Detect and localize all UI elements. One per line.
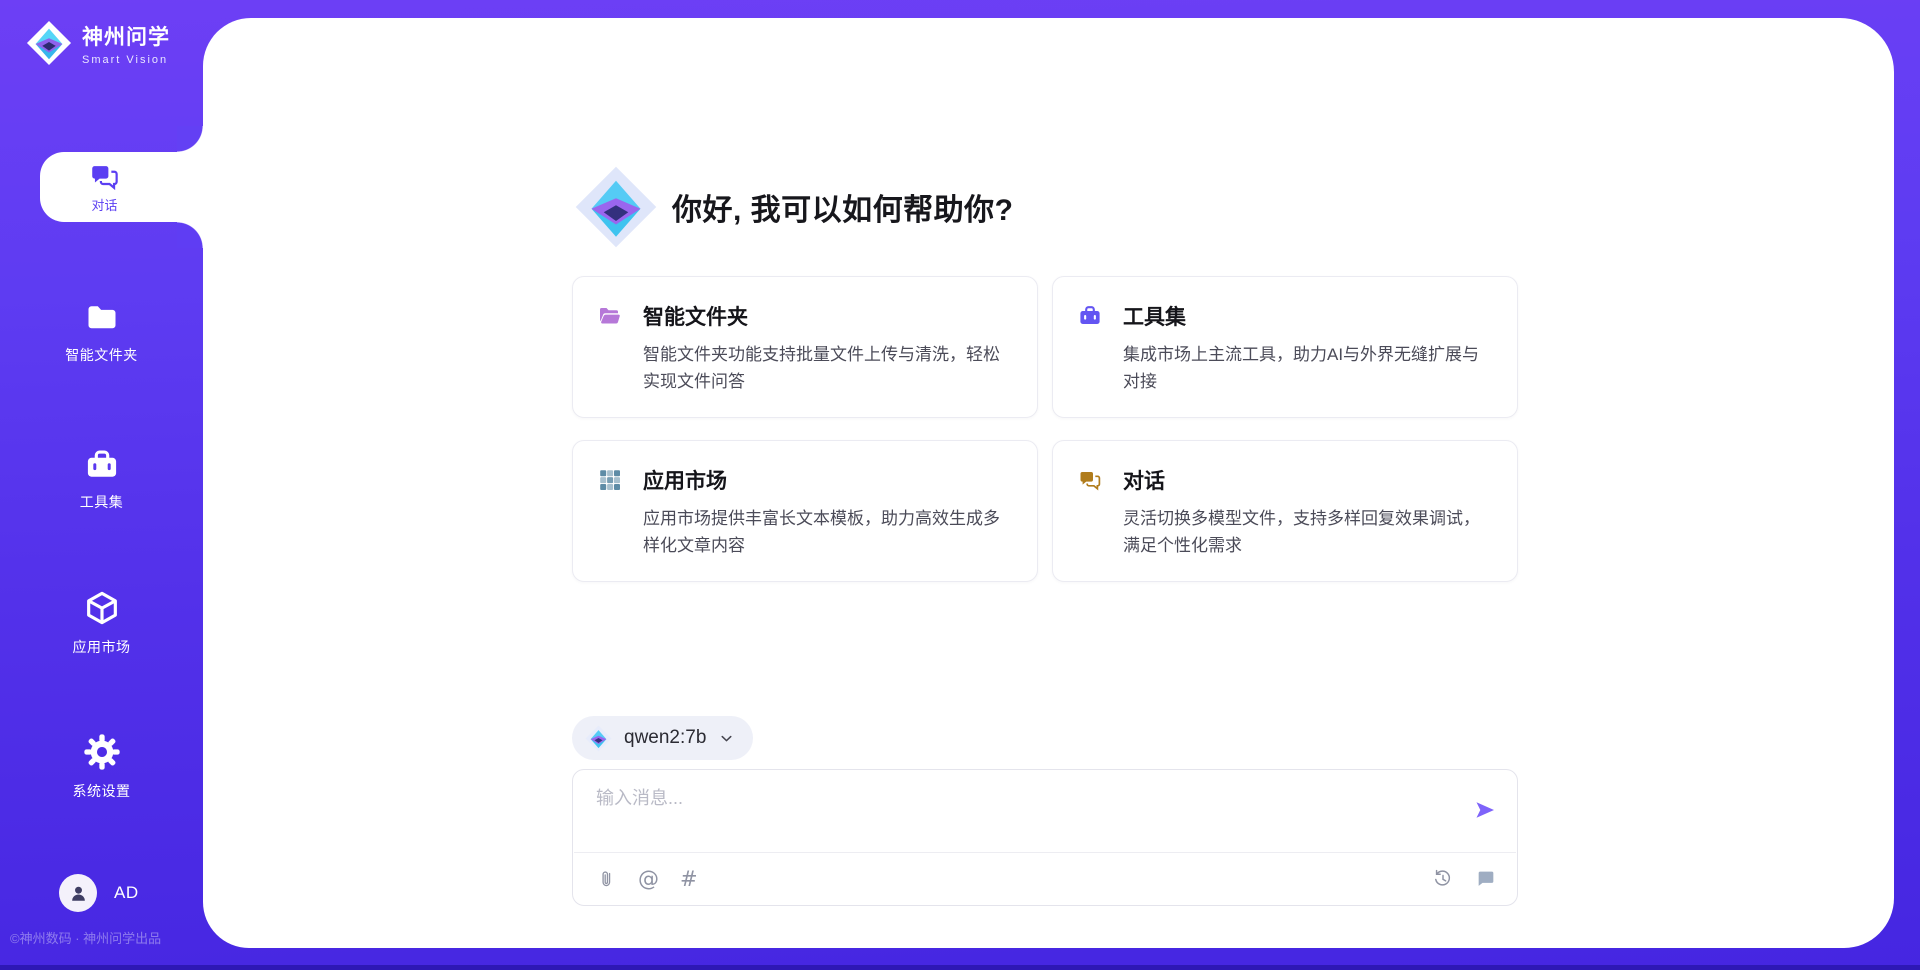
topic-button[interactable]: #	[678, 865, 700, 893]
mention-button[interactable]: @	[636, 865, 661, 893]
sidebar-item-app-market[interactable]: 应用市场	[0, 588, 203, 657]
brand-name: 神州问学	[82, 21, 170, 51]
card-app-market[interactable]: 应用市场 应用市场提供丰富长文本模板，助力高效生成多样化文章内容	[572, 440, 1038, 582]
feature-cards-grid: 智能文件夹 智能文件夹功能支持批量文件上传与清洗，轻松实现文件问答 工具集 集成…	[572, 276, 1518, 582]
card-toolset[interactable]: 工具集 集成市场上主流工具，助力AI与外界无缝扩展与对接	[1052, 276, 1518, 418]
chevron-down-icon	[718, 730, 735, 747]
card-title: 工具集	[1123, 301, 1186, 331]
feedback-button[interactable]	[1473, 866, 1499, 892]
sidebar-item-chat[interactable]: 对话	[40, 152, 203, 222]
history-button[interactable]	[1430, 866, 1456, 892]
window-bottom-edge	[0, 965, 1920, 970]
diamond-logo-icon	[585, 725, 612, 752]
send-icon	[1473, 798, 1497, 822]
message-input[interactable]	[596, 784, 1469, 842]
composer-toolbar: @ #	[573, 853, 1517, 905]
brand-diamond-white-icon	[26, 20, 72, 66]
history-icon	[1432, 868, 1454, 890]
card-description: 应用市场提供丰富长文本模板，助力高效生成多样化文章内容	[643, 505, 1011, 559]
briefcase-icon	[84, 447, 120, 483]
gear-icon	[82, 732, 122, 772]
paperclip-icon	[596, 869, 617, 890]
chat-bubbles-icon	[1078, 468, 1102, 492]
hash-icon: #	[680, 867, 698, 891]
comment-icon	[1475, 868, 1497, 890]
card-title: 应用市场	[643, 465, 727, 495]
message-composer: @ #	[572, 769, 1518, 906]
grid-icon	[598, 468, 622, 492]
card-chat[interactable]: 对话 灵活切换多模型文件，支持多样回复效果调试，满足个性化需求	[1052, 440, 1518, 582]
model-selector[interactable]: qwen2:7b	[572, 716, 753, 760]
main-content-panel: 你好, 我可以如何帮助你? 智能文件夹 智能文件夹功能支持批量文件上传与清洗，轻…	[203, 18, 1894, 948]
brand-subtitle: Smart Vision	[82, 54, 170, 66]
model-name: qwen2:7b	[624, 727, 706, 749]
tab-connector-bottom	[177, 222, 203, 248]
toolbox-icon	[1078, 304, 1102, 328]
brand: 神州问学 Smart Vision	[26, 20, 170, 66]
sidebar-item-label: 智能文件夹	[65, 345, 138, 365]
sidebar-item-smart-folder[interactable]: 智能文件夹	[0, 300, 203, 365]
user-name: AD	[114, 883, 139, 903]
avatar	[59, 874, 97, 912]
greeting-row: 你好, 我可以如何帮助你?	[574, 165, 1014, 249]
card-title: 智能文件夹	[643, 301, 748, 331]
card-description: 灵活切换多模型文件，支持多样回复效果调试，满足个性化需求	[1123, 505, 1491, 559]
send-button[interactable]	[1469, 794, 1501, 829]
sidebar-item-toolset[interactable]: 工具集	[0, 447, 203, 512]
person-icon	[67, 882, 90, 905]
cube-icon	[82, 588, 122, 628]
folder-icon	[84, 300, 120, 336]
greeting-title: 你好, 我可以如何帮助你?	[672, 185, 1014, 229]
sidebar-item-label: 工具集	[80, 492, 124, 512]
tab-connector-top	[177, 126, 203, 152]
sidebar-item-label: 系统设置	[73, 781, 131, 801]
sidebar: 神州问学 Smart Vision 对话 智能文件夹	[0, 0, 203, 970]
folder-open-icon	[598, 304, 622, 328]
sidebar-item-label: 应用市场	[73, 637, 131, 657]
sidebar-item-label: 对话	[91, 195, 117, 214]
attach-button[interactable]	[594, 867, 619, 892]
copyright-footer: ©神州数码 · 神州问学出品	[10, 928, 203, 947]
card-description: 智能文件夹功能支持批量文件上传与清洗，轻松实现文件问答	[643, 341, 1011, 395]
user-account[interactable]: AD	[59, 874, 139, 912]
at-icon: @	[638, 867, 659, 891]
sidebar-item-settings[interactable]: 系统设置	[0, 732, 203, 801]
card-description: 集成市场上主流工具，助力AI与外界无缝扩展与对接	[1123, 341, 1491, 395]
brand-diamond-icon	[574, 165, 658, 249]
card-smart-folder[interactable]: 智能文件夹 智能文件夹功能支持批量文件上传与清洗，轻松实现文件问答	[572, 276, 1038, 418]
chat-bubbles-icon	[89, 161, 120, 192]
card-title: 对话	[1123, 465, 1165, 495]
